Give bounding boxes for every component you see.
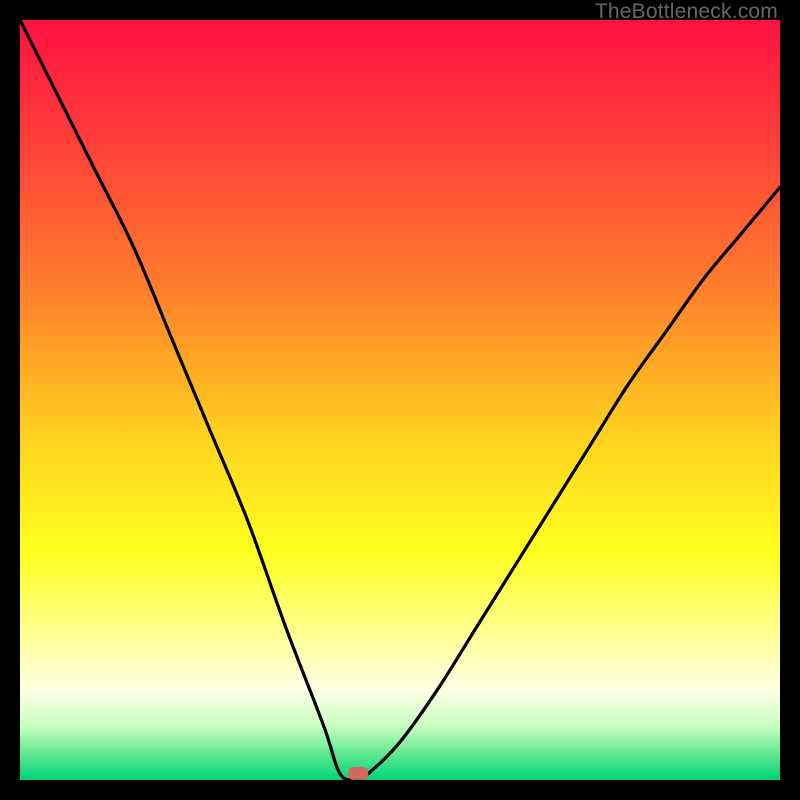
plot-area bbox=[20, 20, 780, 780]
chart-svg bbox=[20, 20, 780, 780]
chart-frame: TheBottleneck.com bbox=[0, 0, 800, 800]
marker-point bbox=[348, 767, 368, 780]
gradient-background bbox=[20, 20, 780, 780]
watermark-label: TheBottleneck.com bbox=[595, 0, 778, 24]
